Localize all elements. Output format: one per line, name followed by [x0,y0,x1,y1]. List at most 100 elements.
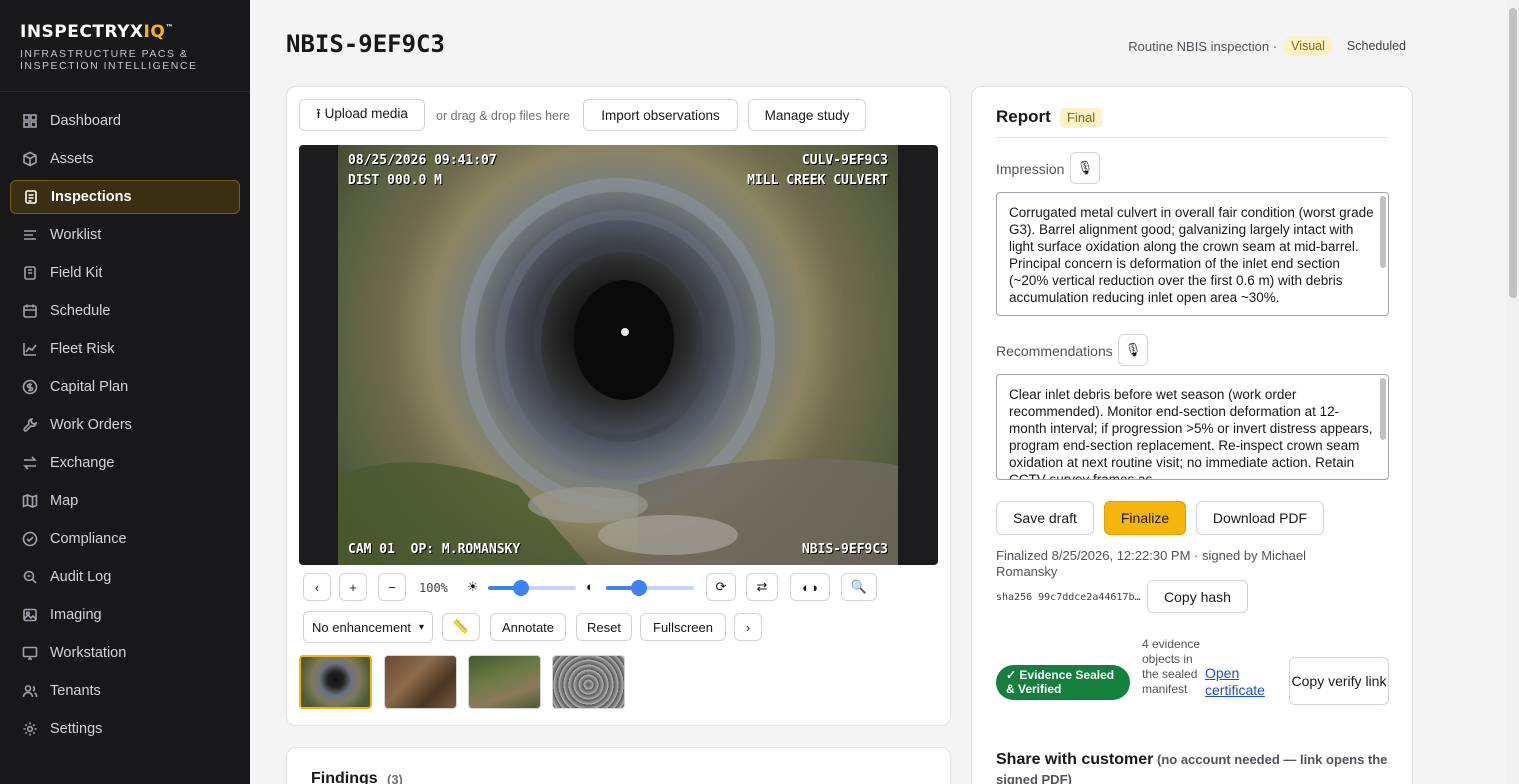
calendar-icon [22,303,38,319]
swap-arrows-icon: ⇄ [756,579,768,594]
sidebar-item-fleet-risk[interactable]: Fleet Risk [10,332,240,366]
overlay-distance: DIST 000.0 M [348,173,442,188]
reset-button[interactable]: Reset [576,613,632,641]
sidebar-item-label: Field Kit [50,265,103,281]
sidebar-item-label: Tenants [50,683,101,699]
finalize-button[interactable]: Finalize [1104,501,1186,535]
flip-button[interactable]: ⇄ [746,573,778,601]
thumbnail-4[interactable] [552,655,625,709]
sidebar-item-tenants[interactable]: Tenants [10,674,240,708]
thumbnail-1[interactable] [299,655,372,709]
impression-textarea[interactable]: Corrugated metal culvert in overall fair… [996,192,1389,316]
grid-icon [22,113,38,129]
map-icon [22,493,38,509]
copy-hash-button[interactable]: Copy hash [1147,580,1248,613]
thumbnail-3[interactable] [468,655,541,709]
page-scroll-thumb[interactable] [1509,8,1517,298]
upload-media-button[interactable]: ⭱ Upload media [299,99,425,131]
trend-icon [22,341,38,357]
overlay-asset-id: CULV-9EF9C3 [801,153,888,168]
drop-hint: or drag & drop files here [436,109,571,123]
method-badge: Visual [1283,36,1333,56]
sidebar-item-capital-plan[interactable]: Capital Plan [10,370,240,404]
ruler-icon: 📏 [452,619,470,634]
recommendations-label: Recommendations [996,343,1113,359]
dollar-icon [22,379,38,395]
shield-check-icon [22,531,38,547]
sidebar-item-label: Audit Log [50,569,112,585]
zoom-out-button[interactable]: − [378,573,406,601]
sidebar-item-worklist[interactable]: Worklist [10,218,240,252]
report-title: Report [996,107,1051,126]
sidebar-item-assets[interactable]: Assets [10,142,240,176]
download-pdf-button[interactable]: Download PDF [1196,501,1324,535]
sidebar-item-audit-log[interactable]: Audit Log [10,560,240,594]
evidence-sealed-badge: ✓ Evidence Sealed & Verified [996,665,1130,700]
gear-icon [22,721,38,737]
manage-study-button[interactable]: Manage study [748,99,866,131]
copy-verify-link-button[interactable]: Copy verify link [1289,657,1389,705]
recommendations-dictate-button[interactable]: 🎙 [1118,334,1148,366]
page-title: NBIS-9EF9C3 [286,30,445,58]
contrast-slider[interactable] [606,580,694,596]
invert-icon: ◐◑ [802,579,818,595]
rotate-icon: ⟳ [715,579,727,594]
finalized-info: Finalized 8/25/2026, 12:22:30 PM · signe… [996,548,1307,579]
recommendations-textarea[interactable]: Clear inlet debris before wet season (wo… [996,374,1389,480]
annotate-button[interactable]: Annotate [490,613,566,641]
microphone-icon: 🎙 [1076,160,1094,175]
rotate-button[interactable]: ⟳ [706,573,736,601]
wrench-icon [22,417,38,433]
sidebar-item-inspections[interactable]: Inspections [10,180,240,214]
magnifier-button[interactable]: 🔍 [841,573,877,601]
sidebar-item-label: Worklist [50,227,102,243]
list-icon [22,227,38,243]
fullscreen-button[interactable]: Fullscreen [640,613,726,641]
clipboard-check-icon [22,265,38,281]
sidebar-item-schedule[interactable]: Schedule [10,294,240,328]
open-certificate-link[interactable]: Open certificate [1205,665,1277,699]
overlay-timestamp: 08/25/2026 09:41:07 [348,153,497,168]
invert-button[interactable]: ◐◑ [790,573,830,601]
sidebar-item-compliance[interactable]: Compliance [10,522,240,556]
recommendations-scrollbar[interactable] [1380,378,1386,440]
report-status-badge: Final [1060,108,1103,127]
brand-name-main: INSPECTRYX [20,22,144,42]
page-scrollbar[interactable] [1507,0,1519,784]
sidebar-item-field-kit[interactable]: Field Kit [10,256,240,290]
image-viewport[interactable]: 08/25/2026 09:41:07 DIST 000.0 M CULV-9E… [299,145,938,565]
sidebar-item-workstation[interactable]: Workstation [10,636,240,670]
sidebar-item-label: Imaging [50,607,102,623]
sidebar-item-label: Settings [50,721,103,737]
image-icon [22,607,38,623]
inspection-meta: Routine NBIS inspection · Visual Schedul… [1128,36,1414,56]
sidebar-item-work-orders[interactable]: Work Orders [10,408,240,442]
measure-button[interactable]: 📏 [442,613,480,641]
arrows-icon [22,455,38,471]
save-draft-button[interactable]: Save draft [996,501,1094,535]
media-viewer-card: ⭱ Upload media or drag & drop files here… [286,86,951,726]
sidebar-item-label: Workstation [50,645,127,661]
brand-logo[interactable]: INSPECTRYXIQ™ [20,22,230,42]
sidebar-item-settings[interactable]: Settings [10,712,240,746]
culvert-photo: 08/25/2026 09:41:07 DIST 000.0 M CULV-9E… [338,145,898,565]
thumbnail-2[interactable] [384,655,457,709]
sidebar-item-label: Compliance [50,531,127,547]
next-frame-button[interactable]: › [734,613,762,641]
sidebar: INSPECTRYXIQ™ INFRASTRUCTURE PACS & INSP… [0,0,250,784]
enhancement-select[interactable]: No enhancement ▾ [303,611,433,643]
sidebar-item-map[interactable]: Map [10,484,240,518]
magnifier-icon: 🔍 [850,579,868,594]
impression-scrollbar[interactable] [1380,196,1386,268]
impression-dictate-button[interactable]: 🎙 [1070,152,1100,184]
cube-icon [22,151,38,167]
share-title: Share with customer [996,751,1154,768]
sidebar-item-exchange[interactable]: Exchange [10,446,240,480]
chevron-left-icon: ‹ [314,579,320,595]
prev-frame-button[interactable]: ‹ [303,573,331,601]
zoom-in-button[interactable]: + [339,573,367,601]
brightness-slider[interactable] [488,580,576,596]
sidebar-item-imaging[interactable]: Imaging [10,598,240,632]
sidebar-item-dashboard[interactable]: Dashboard [10,104,240,138]
import-observations-button[interactable]: Import observations [583,99,738,131]
